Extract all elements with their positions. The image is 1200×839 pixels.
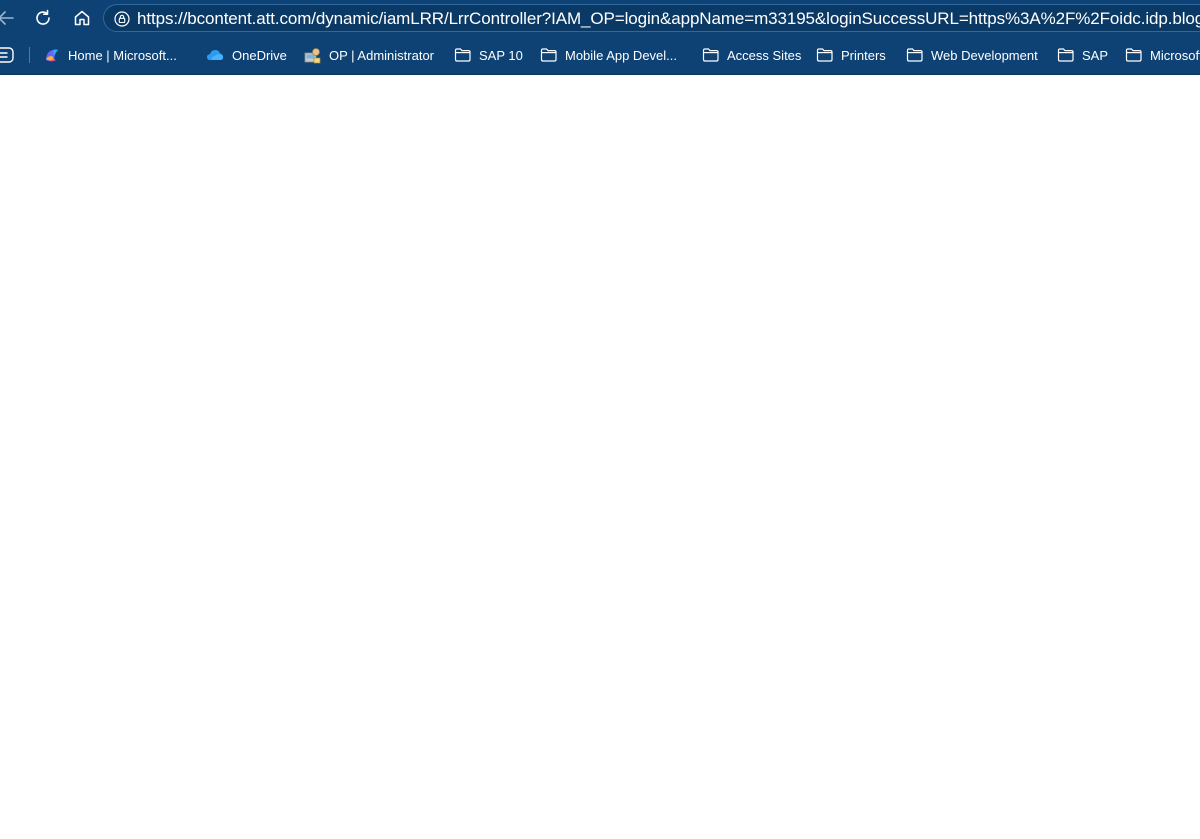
browser-chrome: https://bcontent.att.com/dynamic/iamLRR/… [0, 0, 1200, 75]
bookmarks-separator [29, 47, 30, 63]
url-text: https://bcontent.att.com/dynamic/iamLRR/… [137, 9, 1200, 28]
refresh-button[interactable] [29, 4, 57, 32]
bookmark-folder-printers[interactable]: Printers [816, 44, 886, 66]
bookmark-label: Access Sites [727, 47, 802, 63]
admin-app-icon [304, 47, 321, 63]
bookmark-label: OneDrive [232, 47, 287, 63]
folder-icon [816, 48, 833, 62]
bookmark-label: Home | Microsoft... [68, 47, 177, 63]
bookmark-label: SAP [1082, 47, 1109, 63]
folder-icon [1057, 48, 1074, 62]
folder-icon [454, 48, 471, 62]
bookmark-folder-access-sites[interactable]: Access Sites [702, 44, 801, 66]
bookmark-onedrive[interactable]: OneDrive [206, 44, 287, 66]
bookmark-label: SAP 10 [479, 47, 523, 63]
back-button[interactable] [0, 4, 20, 32]
bookmark-op-administrator[interactable]: OP | Administrator [304, 44, 434, 66]
bookmark-folder-sap[interactable]: SAP [1057, 44, 1108, 66]
bookmark-label: OP | Administrator [329, 47, 435, 63]
browser-toolbar: https://bcontent.att.com/dynamic/iamLRR/… [0, 0, 1200, 36]
lock-icon[interactable] [114, 11, 130, 27]
bookmark-home-microsoft[interactable]: Home | Microsoft... [44, 44, 177, 66]
folder-icon [702, 48, 719, 62]
arrow-left-icon [0, 11, 14, 25]
bookmark-label: Web Development [931, 47, 1038, 63]
bookmark-folder-mobile-app[interactable]: Mobile App Devel... [540, 44, 677, 66]
address-bar[interactable]: https://bcontent.att.com/dynamic/iamLRR/… [103, 4, 1200, 32]
bookmark-label: Mobile App Devel... [565, 47, 678, 63]
copilot-icon [46, 49, 58, 62]
home-icon [74, 10, 90, 26]
folder-icon [540, 48, 557, 62]
bookmark-folder-sap-10[interactable]: SAP 10 [454, 44, 523, 66]
home-button[interactable] [68, 4, 96, 32]
bookmark-folder-web-development[interactable]: Web Development [906, 44, 1038, 66]
refresh-icon [36, 9, 50, 25]
page-content-blank [0, 75, 1200, 839]
folder-icon [1125, 48, 1142, 62]
bookmarks-bar: Home | Microsoft... OneDrive OP | Admini… [0, 40, 1200, 70]
folder-icon [906, 48, 923, 62]
bookmark-label: Printers [841, 47, 886, 63]
onedrive-cloud-icon [207, 50, 223, 60]
bookmark-label: Microsoft [1150, 47, 1200, 63]
bookmark-folder-microsoft[interactable]: Microsoft [1125, 44, 1200, 66]
sidebar-toggle-icon[interactable] [0, 47, 14, 63]
